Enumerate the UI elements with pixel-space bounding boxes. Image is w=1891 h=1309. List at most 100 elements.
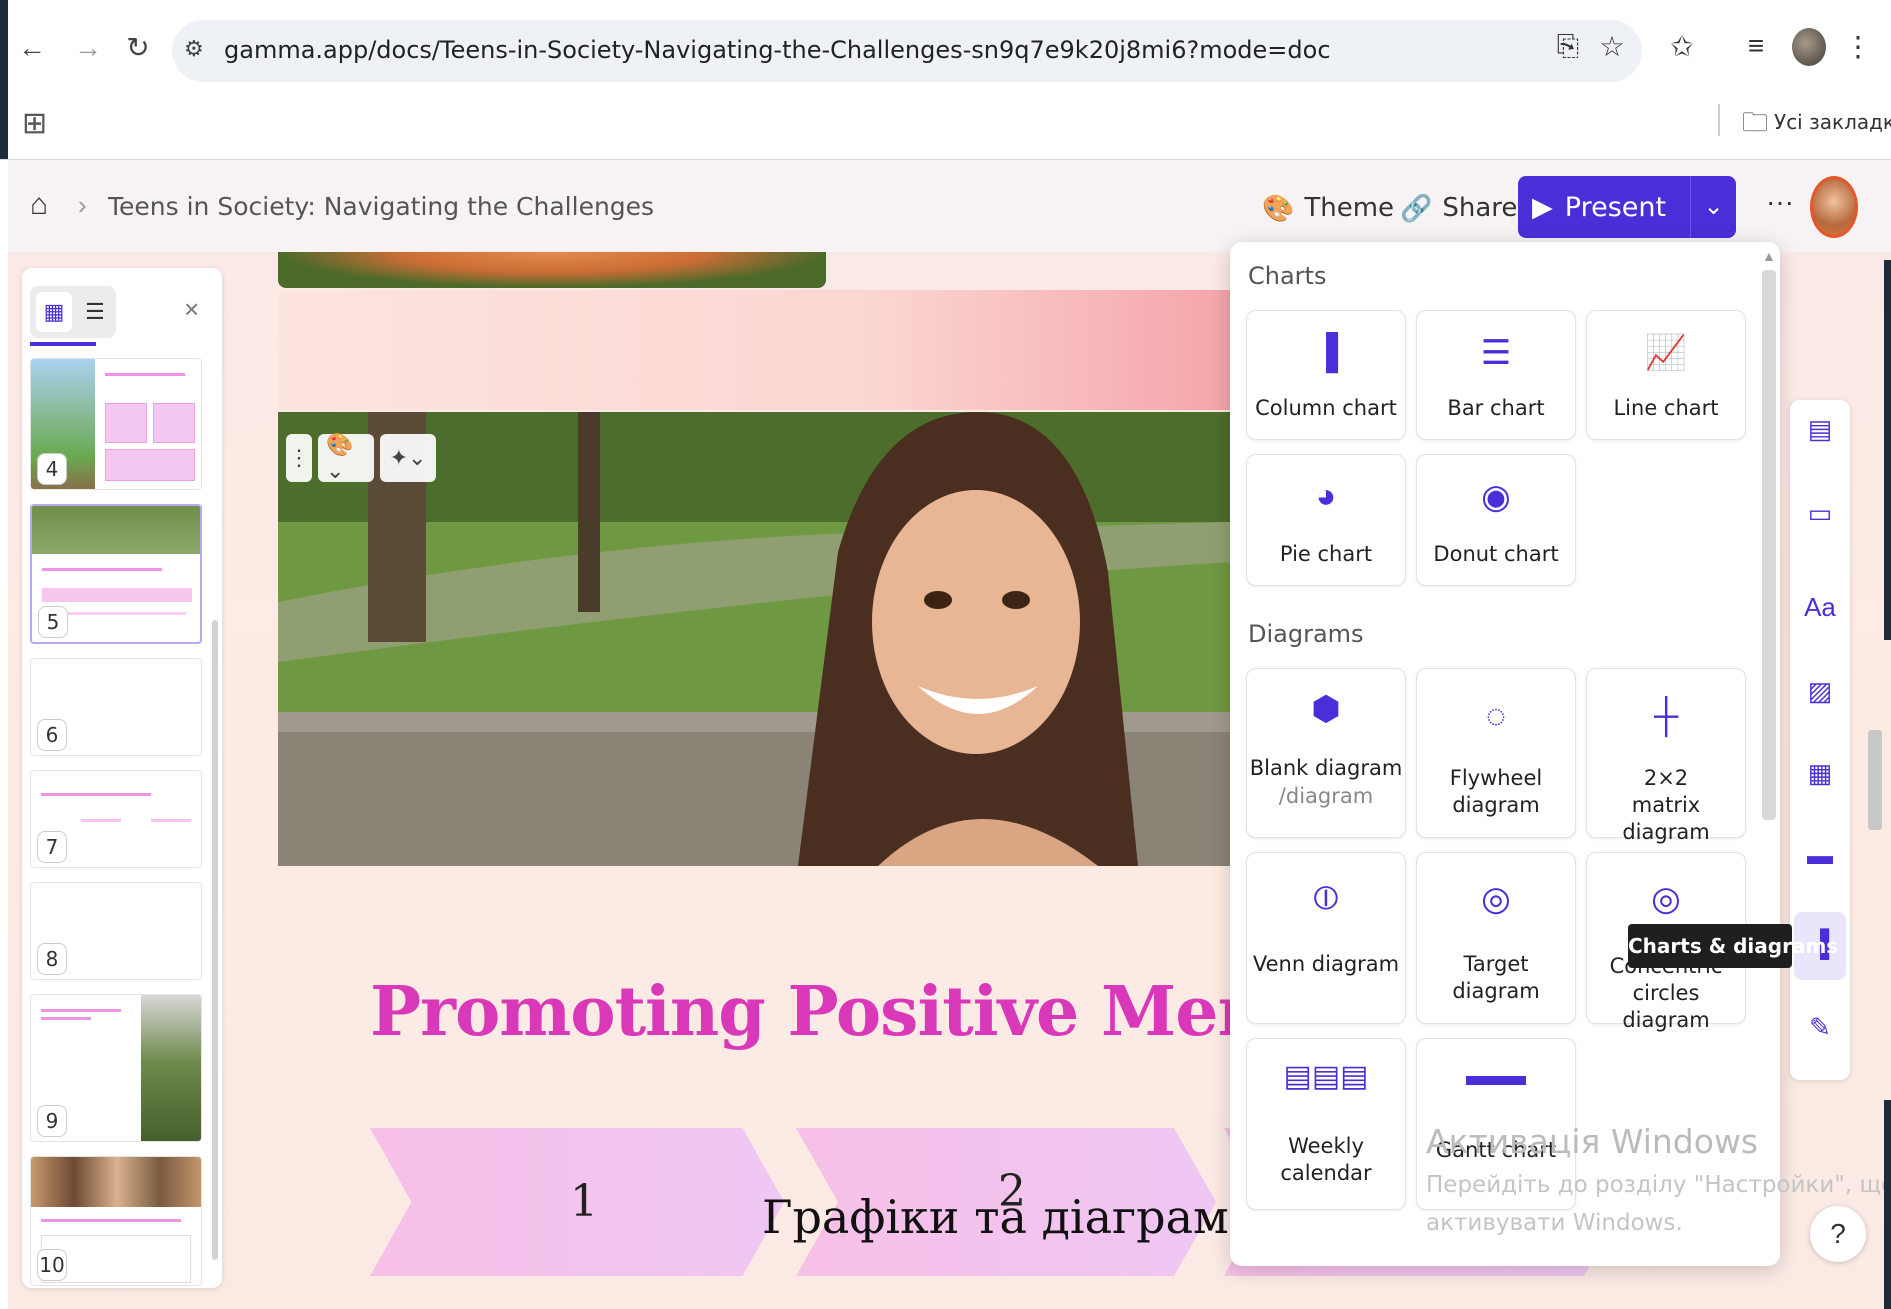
venn-diagram-tile[interactable]: ⦶ Venn diagram <box>1246 852 1406 1024</box>
image-icon[interactable]: ▨ <box>1800 676 1840 707</box>
folder-icon[interactable]: 🗀 <box>1742 104 1768 148</box>
panel-scrollbar[interactable] <box>212 620 218 1260</box>
slide-title[interactable]: Promoting Positive Mental Health <box>370 972 1234 1052</box>
theme-button[interactable]: 🎨 Theme <box>1262 184 1394 232</box>
more-options-icon[interactable]: ··· <box>1766 186 1794 218</box>
profile-avatar[interactable] <box>1792 28 1826 66</box>
calendar-icon: ▤▤▤ <box>1283 1060 1369 1093</box>
accent-band <box>278 290 1278 410</box>
ai-sparkle-icon[interactable]: ✦ <box>1710 186 1735 221</box>
reading-list-icon[interactable]: ≡ <box>1738 30 1774 62</box>
matrix-diagram-tile[interactable]: ┼ 2×2 matrix diagram <box>1586 668 1746 844</box>
slide-number: 9 <box>37 1105 67 1137</box>
watermark-title: Активація Windows <box>1426 1122 1759 1161</box>
edge-strip <box>1884 1100 1891 1309</box>
column-chart-tile[interactable]: ▐ Column chart <box>1246 310 1406 440</box>
play-icon: ▶ <box>1532 191 1553 222</box>
present-button[interactable]: ▶ Present <box>1518 176 1690 238</box>
edit-form-icon[interactable]: ✎ <box>1800 1012 1840 1043</box>
home-icon[interactable]: ⌂ <box>30 188 48 222</box>
site-info-icon[interactable]: ⚙ <box>184 36 204 62</box>
help-button[interactable]: ? <box>1810 1206 1866 1262</box>
concentric-icon: ◎ <box>1651 880 1681 918</box>
bar-chart-tile[interactable]: ☰ Bar chart <box>1416 310 1576 440</box>
slide-thumbnail[interactable]: 4 <box>30 358 202 490</box>
palette-icon: 🎨 <box>1262 192 1295 223</box>
gallery-icon[interactable]: ▦ <box>1800 758 1840 789</box>
image-toolbar: ⋮ 🎨⌄ ✦⌄ <box>286 432 436 483</box>
watermark-line: Перейдіть до розділу "Настройки", щоб <box>1426 1172 1891 1198</box>
link-icon: 🔗 <box>1400 192 1433 223</box>
add-card-icon[interactable]: ▤ <box>1800 414 1840 445</box>
slide-number: 5 <box>38 606 68 638</box>
donut-chart-tile[interactable]: ◉ Donut chart <box>1416 454 1576 586</box>
bar-chart-icon: ☰ <box>1480 334 1512 372</box>
thumbnail-image <box>32 506 200 554</box>
style-palette-icon[interactable]: 🎨⌄ <box>318 432 374 483</box>
reload-icon[interactable]: ↻ <box>120 30 156 66</box>
blank-diagram-tile[interactable]: ⬢ Blank diagram /diagram <box>1246 668 1406 838</box>
donut-chart-icon: ◉ <box>1481 478 1511 516</box>
ai-edit-icon[interactable]: ✦⌄ <box>380 434 436 482</box>
slide-number: 4 <box>37 453 67 485</box>
user-avatar[interactable] <box>1810 176 1858 238</box>
install-app-icon[interactable]: ⎘ <box>1550 30 1586 63</box>
flywheel-diagram-tile[interactable]: ◌ Flywheel diagram <box>1416 668 1576 838</box>
pie-chart-tile[interactable]: ◕ Pie chart <box>1246 454 1406 586</box>
active-view-indicator <box>30 342 96 346</box>
slide-number: 7 <box>37 831 67 863</box>
grid-view-icon[interactable]: ▦ <box>36 292 72 332</box>
diagrams-heading: Diagrams <box>1248 620 1364 648</box>
matrix-icon: ┼ <box>1653 697 1679 735</box>
share-button[interactable]: 🔗 Share <box>1400 184 1517 232</box>
slide-thumbnail[interactable]: 5 <box>30 504 202 644</box>
line-chart-tile[interactable]: 📈 Line chart <box>1586 310 1746 440</box>
forward-icon[interactable]: → <box>70 30 106 66</box>
slide-thumbnail[interactable]: 9 <box>30 994 202 1142</box>
scroll-up-icon[interactable]: ▲ <box>1762 248 1776 264</box>
pie-chart-icon: ◕ <box>1315 477 1337 515</box>
slide-number: 6 <box>37 719 67 751</box>
tile-label: Venn diagram <box>1252 952 1400 976</box>
weekly-calendar-tile[interactable]: ▤▤▤ Weekly calendar <box>1246 1038 1406 1210</box>
list-view-icon[interactable]: ☰ <box>78 292 112 332</box>
back-icon[interactable]: ← <box>14 30 50 66</box>
doc-title[interactable]: Teens in Society: Navigating the Challen… <box>108 192 654 221</box>
page-scrollbar[interactable] <box>1868 730 1882 830</box>
thumbnail-image <box>31 1157 201 1207</box>
target-diagram-tile[interactable]: ◎ Target diagram <box>1416 852 1576 1024</box>
edge-strip <box>1884 260 1891 640</box>
slide-thumbnail[interactable]: 10 <box>30 1156 202 1286</box>
caption-text: Графіки та діаграми <box>762 1190 1260 1244</box>
tile-label: Weekly calendar <box>1280 1134 1372 1185</box>
blank-diagram-icon: ⬢ <box>1311 690 1341 728</box>
close-icon[interactable]: × <box>184 294 199 325</box>
theme-label: Theme <box>1304 193 1395 223</box>
tile-label: Pie chart <box>1279 542 1373 566</box>
watermark-line: активувати Windows. <box>1426 1210 1683 1236</box>
target-icon: ◎ <box>1481 880 1511 918</box>
drag-handle-icon[interactable]: ⋮ <box>286 434 312 482</box>
layout-icon[interactable]: ▭ <box>1800 498 1840 529</box>
slide-thumbnail[interactable]: 7 <box>30 770 202 868</box>
text-icon[interactable]: Aa <box>1800 592 1840 623</box>
tile-label: Bar chart <box>1447 396 1545 420</box>
gantt-icon: ▬▬ <box>1466 1059 1526 1092</box>
menu-dots-icon[interactable]: ⋮ <box>1840 30 1876 63</box>
venn-icon: ⦶ <box>1313 879 1339 917</box>
panel-scrollbar[interactable] <box>1762 270 1776 820</box>
share-label: Share <box>1442 193 1518 223</box>
slide-thumbnail[interactable]: 6 <box>30 658 202 756</box>
slide-thumbnail[interactable]: 8 <box>30 882 202 980</box>
divider <box>1718 104 1720 136</box>
extensions-star-icon[interactable]: ✩ <box>1664 30 1700 63</box>
flywheel-icon: ◌ <box>1485 697 1507 735</box>
tile-shortcut: /diagram <box>1278 784 1374 808</box>
column-chart-icon: ▐ <box>1313 333 1339 371</box>
bookmark-star-icon[interactable]: ☆ <box>1594 30 1630 63</box>
url-text[interactable]: gamma.app/docs/Teens-in-Society-Navigati… <box>224 36 1331 64</box>
all-bookmarks-link[interactable]: Усі закладки <box>1774 110 1891 134</box>
apps-grid-icon[interactable]: ⊞ <box>22 106 47 141</box>
step-number: 1 <box>570 1176 598 1227</box>
embed-icon[interactable]: ▬ <box>1800 840 1840 871</box>
